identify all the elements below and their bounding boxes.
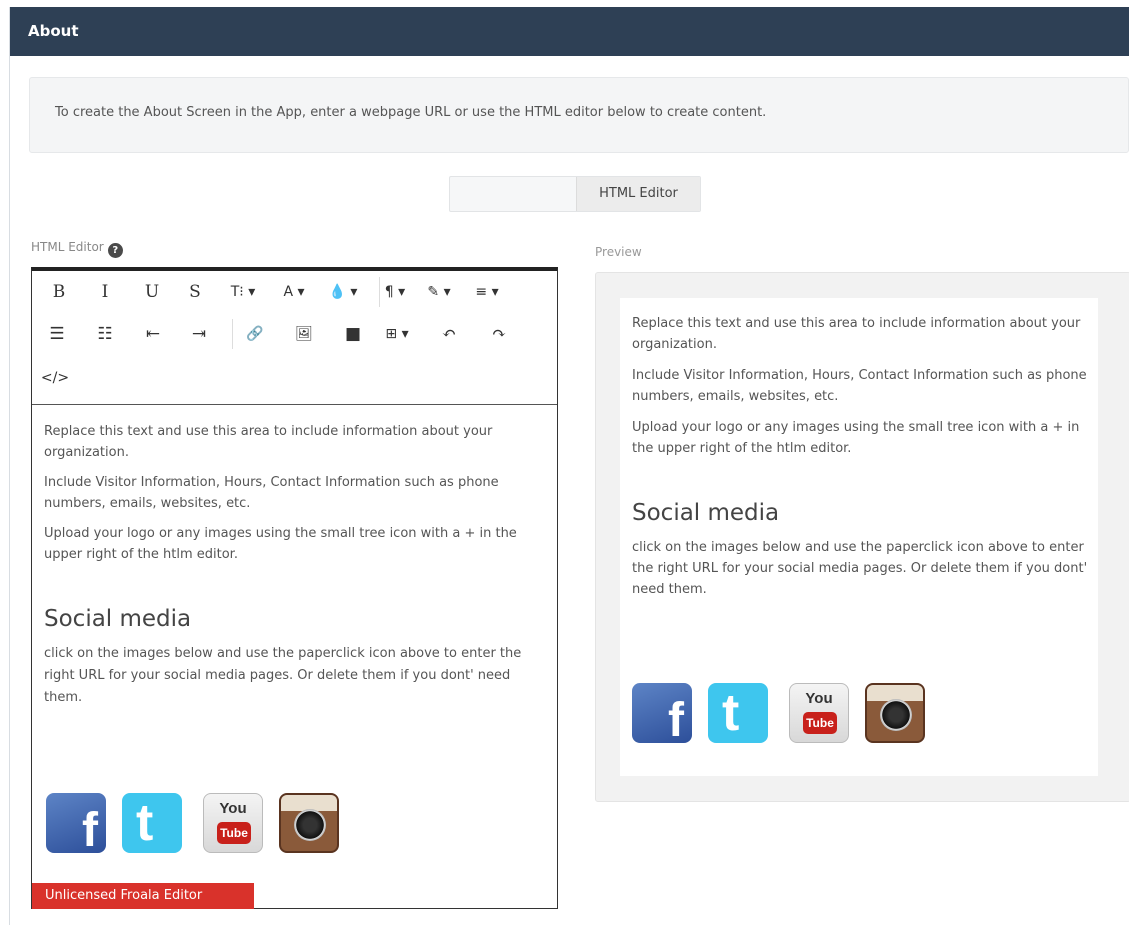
content-paragraph: Upload your logo or any images using the…	[44, 526, 517, 562]
preview-content-area: Replace this text and use this area to i…	[620, 298, 1098, 776]
italic-icon[interactable]: I	[90, 277, 120, 307]
content-paragraph: Replace this text and use this area to i…	[44, 424, 493, 460]
html-editor-mode-button[interactable]: HTML Editor	[576, 177, 700, 211]
unordered-list-icon[interactable]: ☷	[90, 319, 120, 349]
toolbar-separator	[379, 277, 380, 307]
paragraph-format-icon[interactable]: ¶ ▾	[380, 277, 410, 307]
link-icon[interactable]: 🔗	[240, 319, 270, 349]
youtube-you-text: You	[805, 690, 833, 707]
font-color-icon[interactable]: A ▾	[279, 277, 309, 307]
outdent-icon[interactable]: ⇤	[138, 319, 168, 349]
social-media-description: click on the images below and use the pa…	[44, 646, 522, 705]
help-icon[interactable]: ?	[107, 243, 123, 258]
preview-social-heading: Social media	[632, 500, 780, 526]
preview-label: Preview	[595, 245, 642, 259]
content-mode-toggle: HTML Editor	[449, 176, 701, 212]
html-editor: B I U S T⁝ ▾ A ▾ 💧 ▾ ¶ ▾ ✎ ▾ ≡ ▾ ☰ ☷ ⇤ ⇥ 🔗 🖼 ■ ⊞ ▾ ↶ ↷ </>…	[31, 267, 558, 909]
instagram-icon[interactable]	[279, 793, 339, 853]
instagram-lens	[880, 699, 912, 731]
twitter-glyph: t	[136, 794, 154, 852]
twitter-icon[interactable]: t	[122, 793, 182, 853]
url-mode-button[interactable]	[450, 177, 576, 211]
panel-title: About	[10, 7, 1129, 56]
font-size-icon[interactable]: T⁝ ▾	[228, 277, 258, 307]
youtube-icon[interactable]: You Tube	[789, 683, 849, 743]
youtube-you-text: You	[219, 800, 247, 817]
preview-paragraph: Upload your logo or any images using the…	[632, 420, 1080, 456]
preview-content: Replace this text and use this area to i…	[632, 313, 1090, 610]
redo-icon[interactable]: ↷	[484, 319, 514, 349]
html-editor-label-text: HTML Editor	[31, 240, 104, 254]
preview-social-description: click on the images below and use the pa…	[632, 540, 1088, 597]
facebook-icon[interactable]: f	[46, 793, 106, 857]
ordered-list-icon[interactable]: ☰	[42, 319, 72, 349]
facebook-glyph: f	[82, 804, 98, 857]
facebook-glyph: f	[668, 694, 684, 747]
editor-content[interactable]: Replace this text and use this area to i…	[44, 421, 549, 718]
undo-icon[interactable]: ↶	[434, 319, 464, 349]
preview-paragraph: Include Visitor Information, Hours, Cont…	[632, 368, 1087, 404]
html-editor-label: HTML Editor?	[31, 240, 123, 258]
twitter-icon[interactable]: t	[708, 683, 768, 743]
instagram-icon[interactable]	[865, 683, 925, 743]
fill-color-icon[interactable]: 💧 ▾	[328, 277, 358, 307]
table-icon[interactable]: ⊞ ▾	[382, 319, 412, 349]
twitter-glyph: t	[722, 684, 740, 742]
clear-format-icon[interactable]: ✎ ▾	[424, 277, 454, 307]
instagram-lens	[294, 809, 326, 841]
image-icon[interactable]: 🖼	[289, 319, 319, 349]
editor-toolbar: B I U S T⁝ ▾ A ▾ 💧 ▾ ¶ ▾ ✎ ▾ ≡ ▾ ☰ ☷ ⇤ ⇥ 🔗 🖼 ■ ⊞ ▾ ↶ ↷ </>	[32, 271, 557, 405]
social-media-heading: Social media	[44, 606, 192, 632]
preview-paragraph: Replace this text and use this area to i…	[632, 316, 1081, 352]
about-panel: About To create the About Screen in the …	[9, 7, 1129, 925]
unlicensed-banner[interactable]: Unlicensed Froala Editor	[32, 883, 254, 909]
underline-icon[interactable]: U	[137, 277, 167, 307]
align-icon[interactable]: ≡ ▾	[472, 277, 502, 307]
indent-icon[interactable]: ⇥	[184, 319, 214, 349]
info-text: To create the About Screen in the App, e…	[55, 105, 767, 120]
info-message: To create the About Screen in the App, e…	[29, 77, 1129, 153]
video-icon[interactable]: ■	[338, 319, 368, 349]
strikethrough-icon[interactable]: S	[180, 277, 210, 307]
youtube-tube-text: Tube	[803, 712, 837, 734]
toolbar-separator	[232, 319, 233, 349]
youtube-tube-text: Tube	[217, 822, 251, 844]
facebook-icon[interactable]: f	[632, 683, 692, 747]
html-code-icon[interactable]: </>	[40, 363, 70, 393]
preview-panel: Replace this text and use this area to i…	[595, 272, 1129, 802]
youtube-icon[interactable]: You Tube	[203, 793, 263, 853]
bold-icon[interactable]: B	[44, 277, 74, 307]
content-paragraph: Include Visitor Information, Hours, Cont…	[44, 475, 499, 511]
